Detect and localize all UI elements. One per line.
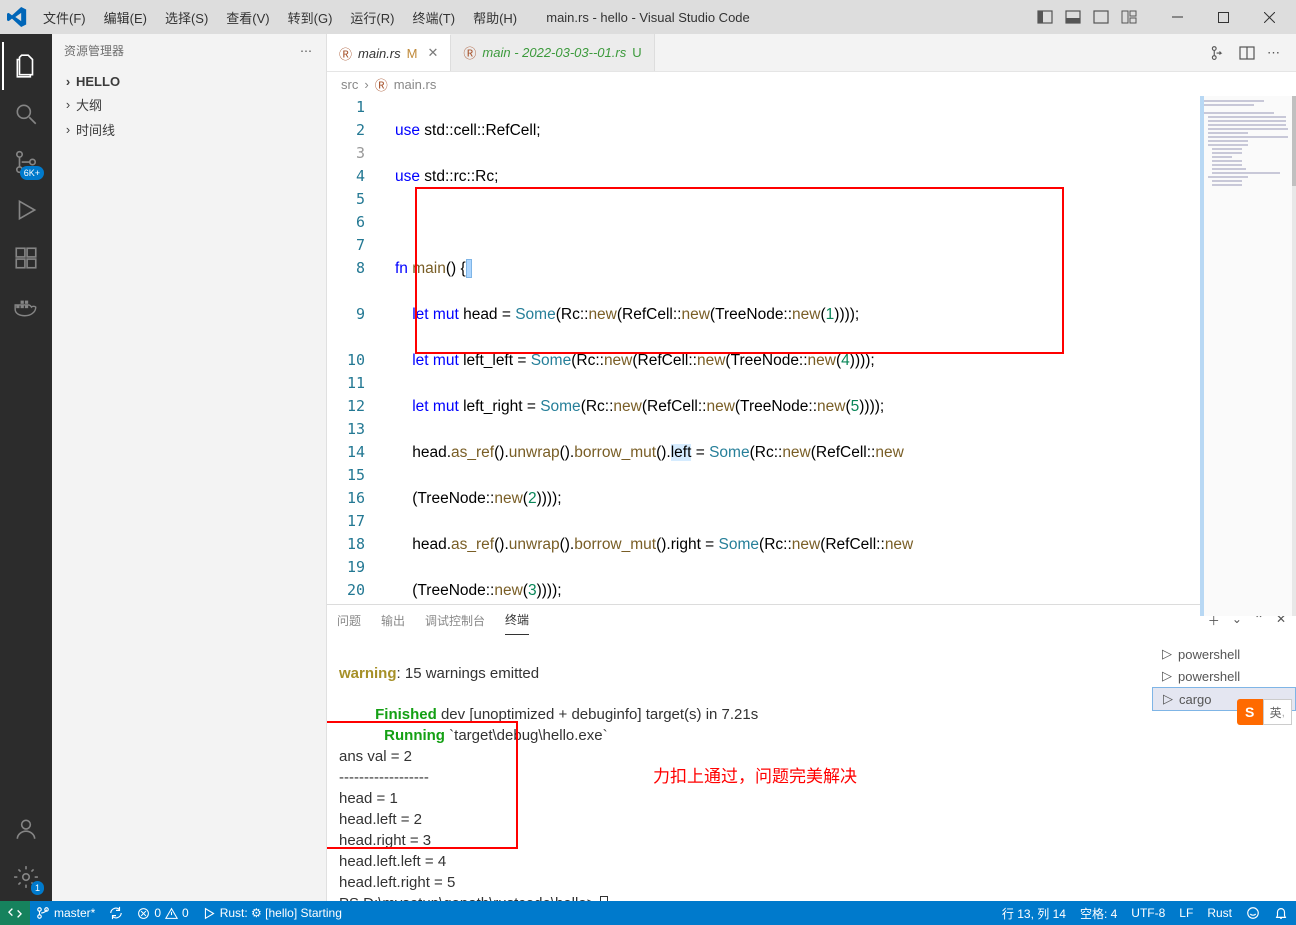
layout-custom-icon[interactable] xyxy=(1116,4,1142,30)
activity-settings[interactable]: 1 xyxy=(2,853,50,901)
menu-run[interactable]: 运行(R) xyxy=(341,8,403,27)
panel-tab-debug[interactable]: 调试控制台 xyxy=(425,612,485,635)
window-title: main.rs - hello - Visual Studio Code xyxy=(546,10,750,25)
window-maximize[interactable] xyxy=(1200,0,1246,34)
status-errors[interactable]: 0 0 xyxy=(137,906,188,920)
terminal-output[interactable]: warning: 15 warnings emitted Finished de… xyxy=(327,635,1152,901)
status-bell-icon[interactable] xyxy=(1274,906,1288,920)
rust-file-icon: Ⓡ xyxy=(463,43,476,62)
sidebar-more-icon[interactable]: ⋯ xyxy=(300,44,314,58)
rust-file-icon: Ⓡ xyxy=(339,44,352,63)
terminal-item-pwsh2[interactable]: ▷powershell xyxy=(1152,665,1296,687)
scm-badge: 6K+ xyxy=(20,166,44,180)
compare-changes-icon[interactable] xyxy=(1209,44,1227,62)
menu-goto[interactable]: 转到(G) xyxy=(279,8,342,27)
status-cursor[interactable]: 行 13, 列 14 xyxy=(1002,905,1066,922)
status-rust-analyzer[interactable]: Rust: ⚙ [hello] Starting xyxy=(203,906,342,920)
menu-help[interactable]: 帮助(H) xyxy=(464,8,526,27)
annotation-box-2 xyxy=(327,721,518,849)
menu-file[interactable]: 文件(F) xyxy=(34,8,95,27)
activity-bar: 6K+ 1 xyxy=(0,34,52,901)
status-eol[interactable]: LF xyxy=(1179,906,1193,920)
status-branch[interactable]: master* xyxy=(36,906,95,920)
status-bar: master* 0 0 Rust: ⚙ [hello] Starting 行 1… xyxy=(0,901,1296,925)
line-gutter: 1234567891011121314151617181920 xyxy=(327,96,383,604)
settings-badge: 1 xyxy=(31,881,44,895)
rust-file-icon: Ⓡ xyxy=(375,75,388,94)
sidebar-folder[interactable]: ›HELLO xyxy=(52,71,326,92)
status-lang[interactable]: Rust xyxy=(1207,906,1232,920)
panel-tab-terminal[interactable]: 终端 xyxy=(505,611,529,635)
menu-edit[interactable]: 编辑(E) xyxy=(95,8,156,27)
breadcrumb[interactable]: src› Ⓡ main.rs xyxy=(327,72,1296,96)
editor-tabs: Ⓡ main.rs M ✕ Ⓡ main - 2022-03-03--01.rs… xyxy=(327,34,1296,72)
activity-docker[interactable] xyxy=(2,282,50,330)
tab-main-backup[interactable]: Ⓡ main - 2022-03-03--01.rs U xyxy=(451,34,654,71)
panel-tab-output[interactable]: 输出 xyxy=(381,612,405,635)
annotation-text: 力扣上通过，问题完美解决 xyxy=(653,767,857,787)
terminal-list: ▷powershell ▷powershell ▷cargo xyxy=(1152,635,1296,901)
activity-extensions[interactable] xyxy=(2,234,50,282)
menu-view[interactable]: 查看(V) xyxy=(217,8,278,27)
activity-account[interactable] xyxy=(2,805,50,853)
status-spaces[interactable]: 空格: 4 xyxy=(1080,905,1117,922)
split-editor-icon[interactable] xyxy=(1239,45,1255,61)
panel: 问题 输出 调试控制台 终端 ＋ ⌄ ⌃ ✕ warning: 15 warni… xyxy=(327,604,1296,901)
terminal-item-pwsh1[interactable]: ▷powershell xyxy=(1152,643,1296,665)
more-actions-icon[interactable]: ⋯ xyxy=(1267,45,1282,61)
panel-tabs: 问题 输出 调试控制台 终端 ＋ ⌄ ⌃ ✕ xyxy=(327,605,1296,635)
sidebar-title: 资源管理器 xyxy=(64,42,124,59)
layout-sidebar-left-icon[interactable] xyxy=(1032,4,1058,30)
status-remote[interactable] xyxy=(0,901,30,925)
menu-bar: 文件(F) 编辑(E) 选择(S) 查看(V) 转到(G) 运行(R) 终端(T… xyxy=(34,8,526,27)
sidebar-outline[interactable]: ›大纲 xyxy=(52,92,326,117)
close-icon[interactable]: ✕ xyxy=(427,45,438,61)
window-minimize[interactable] xyxy=(1154,0,1200,34)
activity-search[interactable] xyxy=(2,90,50,138)
sidebar-timeline[interactable]: ›时间线 xyxy=(52,117,326,142)
code-content[interactable]: use std::cell::RefCell; use std::rc::Rc;… xyxy=(383,96,1200,604)
code-editor[interactable]: 1234567891011121314151617181920 use std:… xyxy=(327,96,1296,604)
vscode-icon xyxy=(0,0,34,34)
status-feedback-icon[interactable] xyxy=(1246,906,1260,920)
minimap[interactable] xyxy=(1200,96,1296,604)
panel-tab-problems[interactable]: 问题 xyxy=(337,612,361,635)
status-encoding[interactable]: UTF-8 xyxy=(1131,906,1165,920)
window-close[interactable] xyxy=(1246,0,1292,34)
menu-select[interactable]: 选择(S) xyxy=(156,8,217,27)
ime-indicator[interactable]: S 英 , xyxy=(1237,699,1292,725)
layout-panel-icon[interactable] xyxy=(1060,4,1086,30)
tab-main-rs[interactable]: Ⓡ main.rs M ✕ xyxy=(327,34,451,71)
activity-debug[interactable] xyxy=(2,186,50,234)
menu-terminal[interactable]: 终端(T) xyxy=(403,8,464,27)
layout-sidebar-right-icon[interactable] xyxy=(1088,4,1114,30)
title-bar: 文件(F) 编辑(E) 选择(S) 查看(V) 转到(G) 运行(R) 终端(T… xyxy=(0,0,1296,34)
activity-scm[interactable]: 6K+ xyxy=(2,138,50,186)
activity-explorer[interactable] xyxy=(2,42,50,90)
sidebar: 资源管理器 ⋯ ›HELLO ›大纲 ›时间线 xyxy=(52,34,327,901)
status-sync[interactable] xyxy=(109,906,123,920)
